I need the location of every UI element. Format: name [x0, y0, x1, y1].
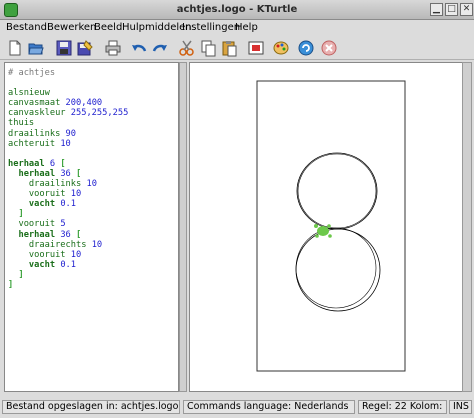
save-as-icon[interactable] [76, 39, 94, 57]
menu-beeld[interactable]: Beeld [94, 22, 122, 33]
color-picker-icon[interactable] [272, 39, 290, 57]
code-line: vooruit 10 [8, 189, 82, 200]
save-icon[interactable] [55, 39, 73, 57]
code-line: draailinks 90 [8, 128, 77, 139]
menu-bar: Bestand Bewerken Beeld Hulpmiddelen Inst… [0, 20, 474, 36]
open-file-icon[interactable] [27, 39, 45, 57]
status-message: Bestand opgeslagen in: achtjes.logo [2, 400, 180, 414]
menu-help[interactable]: Help [235, 22, 258, 33]
run-icon[interactable] [297, 39, 315, 57]
code-line: vooruit 10 [8, 249, 82, 260]
code-line: achteruit 10 [8, 138, 71, 149]
new-file-icon[interactable] [6, 39, 24, 57]
code-line: ] [8, 279, 14, 290]
canvas-scrollbar[interactable] [462, 62, 472, 392]
code-line: thuis [8, 118, 35, 129]
code-line: draairechts 10 [8, 239, 103, 250]
code-line: draailinks 10 [8, 179, 97, 190]
copy-icon[interactable] [199, 39, 217, 57]
window-title: achtjes.logo - KTurtle [176, 4, 298, 15]
redo-icon[interactable] [151, 39, 169, 57]
canvas-border [256, 80, 406, 372]
status-position: Regel: 22 Kolom: 2 [358, 400, 447, 414]
status-mode: INS [449, 400, 472, 414]
status-bar: Bestand opgeslagen in: achtjes.logo Comm… [0, 398, 474, 418]
fullscreen-icon[interactable] [247, 39, 265, 57]
code-editor[interactable]: # achtjes alsnieuw canvasmaat 200,400 canv… [4, 62, 179, 392]
close-window-button[interactable]: ✕ [460, 3, 473, 16]
code-line: herhaal 36 [ [8, 229, 82, 240]
turtle-canvas [256, 80, 406, 372]
stop-icon[interactable] [320, 39, 338, 57]
code-line: ] [8, 209, 24, 220]
code-line: canvaskleur 255,255,255 [8, 108, 129, 119]
minimize-button[interactable]: ▁ [430, 3, 443, 16]
menu-bewerken[interactable]: Bewerken [47, 22, 96, 33]
code-text[interactable]: # achtjes alsnieuw canvasmaat 200,400 canv… [8, 68, 128, 290]
maximize-button[interactable]: □ [445, 3, 458, 16]
code-line: vacht 0.1 [8, 199, 77, 210]
code-line: ] [8, 269, 24, 280]
code-line: # achtjes [8, 68, 56, 78]
code-line: herhaal 36 [ [8, 168, 82, 179]
menu-bestand[interactable]: Bestand [6, 22, 47, 33]
code-line: canvasmaat 200,400 [8, 98, 103, 109]
menu-instellingen[interactable]: Instellingen [182, 22, 240, 33]
undo-icon[interactable] [130, 39, 148, 57]
paste-icon[interactable] [220, 39, 238, 57]
turtle-canvas-area [189, 62, 463, 392]
code-line: alsnieuw [8, 88, 50, 99]
toolbar [0, 36, 474, 60]
status-language: Commands language: Nederlands [183, 400, 355, 414]
cut-icon[interactable] [178, 39, 196, 57]
title-bar: achtjes.logo - KTurtle ▁ □ ✕ [0, 0, 474, 20]
code-line: vacht 0.1 [8, 259, 77, 270]
editor-scrollbar[interactable] [179, 62, 187, 392]
code-line: herhaal 6 [ [8, 158, 66, 169]
code-line: vooruit 5 [8, 219, 66, 230]
print-icon[interactable] [104, 39, 122, 57]
